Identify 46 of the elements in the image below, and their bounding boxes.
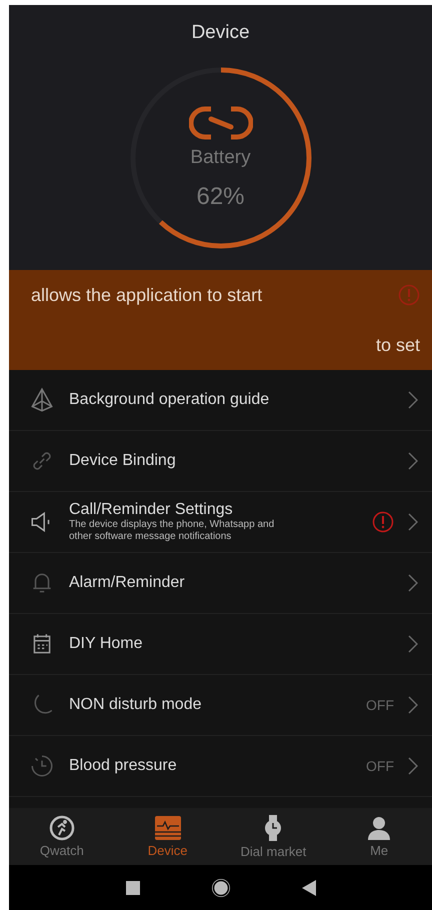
settings-row[interactable]: Blood pressure OFF	[9, 736, 432, 797]
link-icon	[188, 105, 252, 141]
chevron-icon	[408, 574, 418, 592]
row-title: Call/Reminder Settings	[69, 501, 234, 519]
home-icon[interactable]	[210, 876, 232, 898]
chevron-icon	[408, 757, 418, 775]
row-title: NON disturb mode	[69, 696, 202, 714]
pyramid-icon	[29, 387, 55, 413]
settings-row[interactable]: DIY Home	[9, 614, 432, 675]
chevron-icon	[408, 391, 418, 409]
recents-icon[interactable]	[126, 880, 140, 894]
nav-tab[interactable]: Qwatch	[9, 808, 115, 865]
row-value: OFF	[366, 697, 394, 713]
warning-icon	[372, 511, 394, 533]
timer-icon	[29, 753, 55, 779]
notice-banner[interactable]: allows the application to start to set	[9, 270, 432, 370]
settings-row[interactable]: NON disturb mode OFF	[9, 675, 432, 736]
settings-row[interactable]: Background operation guide	[9, 370, 432, 431]
set-link[interactable]: to set	[376, 334, 420, 356]
runner-icon	[48, 815, 75, 841]
row-value: OFF	[366, 758, 394, 774]
row-title: Blood pressure	[69, 757, 178, 775]
settings-row[interactable]: Device Binding	[9, 431, 432, 492]
row-title: Alarm/Reminder	[69, 574, 186, 592]
battery-reading: 62%	[196, 183, 245, 211]
warning-icon	[398, 284, 420, 306]
back-icon[interactable]	[302, 880, 316, 896]
settings-row[interactable]: Alarm/Reminder	[9, 553, 432, 614]
page-title: Device	[191, 22, 250, 44]
row-title: Device Binding	[69, 452, 177, 470]
nav-tab[interactable]: Me	[326, 808, 432, 865]
person-icon	[366, 815, 392, 841]
chevron-icon	[408, 696, 418, 714]
battery-label: Battery	[190, 147, 251, 169]
chevron-icon	[408, 452, 418, 470]
notice-text: allows the application to start	[31, 284, 262, 306]
row-subtitle: The device displays the phone, Whatsapp and other software message notifications	[69, 519, 276, 543]
row-title: Background operation guide	[69, 391, 270, 409]
pulse-monitor-icon	[154, 815, 182, 841]
row-title: DIY Home	[69, 635, 144, 653]
settings-row[interactable]: Call/Reminder Settings The device displays the phone, Whatsapp and other software message notifications	[9, 492, 432, 553]
chevron-icon	[408, 635, 418, 653]
nav-tab[interactable]: Dial market	[220, 808, 326, 865]
watch-icon	[263, 814, 284, 842]
nav-tab[interactable]: Device	[114, 808, 220, 865]
chevron-icon	[408, 513, 418, 531]
